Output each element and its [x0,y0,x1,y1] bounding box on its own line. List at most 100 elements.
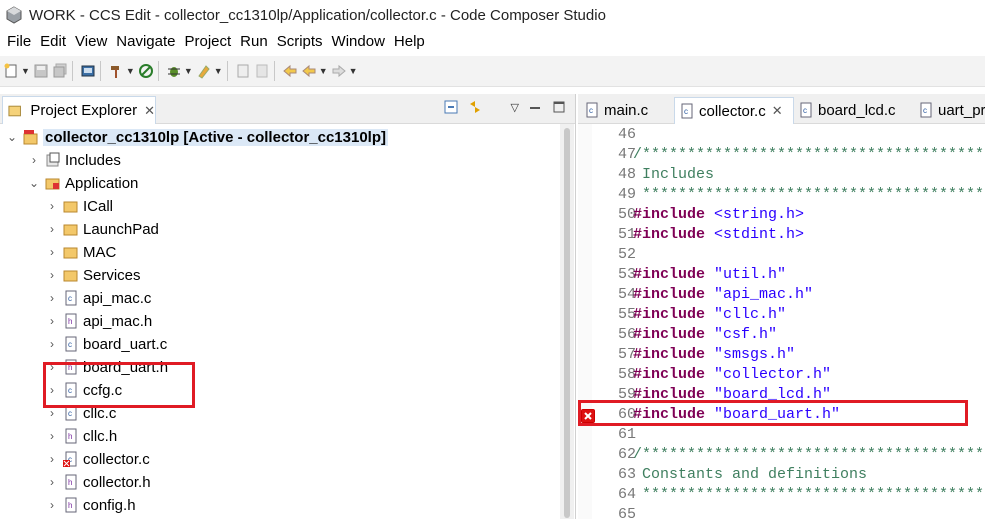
code-line: ****************************************… [633,486,985,503]
menu-view[interactable]: View [75,33,107,50]
keyword-token: #include [633,366,706,383]
toggle-mark-button[interactable] [235,60,251,82]
line-number: 49 [617,186,636,203]
chevron-right-icon[interactable]: › [46,245,58,259]
close-icon[interactable]: ✕ [144,103,155,119]
block-icon [256,64,268,78]
h-file-icon: h [65,313,77,329]
chevron-down-icon[interactable]: ▼ [126,66,135,76]
forward-button[interactable]: ▼ [331,60,358,82]
minimize-icon[interactable] [527,99,543,115]
menu-file[interactable]: File [7,33,31,50]
chevron-right-icon[interactable]: › [46,291,58,305]
tree-item-label: LaunchPad [83,220,159,238]
menu-help[interactable]: Help [394,33,425,50]
editor-panel: c main.c c collector.c ✕ c board_lcd.c c… [578,94,985,523]
build-button[interactable]: ▼ [108,60,135,82]
link-with-editor-icon[interactable] [467,99,483,115]
c-file-icon: c [65,336,77,352]
tree-item-cllc-h[interactable]: › h cllc.h [46,425,117,447]
h-file-icon: h [65,428,77,444]
view-menu-icon[interactable]: ▽ [511,101,519,114]
menu-project[interactable]: Project [184,33,231,50]
code-line: #include "collector.h" [633,366,831,383]
tree-item-application[interactable]: ⌄ Application [28,172,138,194]
keyword-token: #include [633,286,706,303]
tree-item-launchpad[interactable]: › LaunchPad [46,218,159,240]
tab-uart-pr[interactable]: c uart_pr [918,97,985,123]
tab-project-explorer[interactable]: Project Explorer ✕ [2,96,156,124]
toggle-block-button[interactable] [254,60,270,82]
tree-item-services[interactable]: › Services [46,264,141,286]
code-line: Includes [633,166,715,183]
tab-board-lcd-c[interactable]: c board_lcd.c [798,97,896,123]
menu-run[interactable]: Run [240,33,268,50]
new-button[interactable]: ▼ [3,60,30,82]
chevron-right-icon[interactable]: › [46,199,58,213]
chevron-right-icon[interactable]: › [46,314,58,328]
keyword-token: #include [633,306,706,323]
view-toolbar: ▽ [443,99,567,115]
chevron-right-icon[interactable]: › [28,153,40,167]
tree-item-project[interactable]: ⌄ collector_cc1310lp [Active - collector… [6,126,389,148]
debug-config-button[interactable] [138,60,154,82]
code-line: #include <string.h> [633,206,804,223]
tree-item-config-h[interactable]: › h config.h [46,494,136,516]
chevron-right-icon[interactable]: › [46,498,58,512]
chevron-right-icon[interactable]: › [46,452,58,466]
debug-button[interactable]: ▼ [166,60,193,82]
keyword-token: #include [633,266,706,283]
folder-icon [63,270,78,282]
chevron-down-icon[interactable]: ▼ [319,66,328,76]
flash-button[interactable]: ▼ [196,60,223,82]
tab-main-c[interactable]: c main.c [584,97,648,123]
tab-collector-c[interactable]: c collector.c ✕ [674,97,794,124]
last-edit-button[interactable] [282,60,298,82]
tree-item-board-uart-c[interactable]: › c board_uart.c [46,333,167,355]
close-icon[interactable]: ✕ [772,103,783,119]
chevron-right-icon[interactable]: › [46,406,58,420]
save-all-button[interactable] [52,60,68,82]
tree-item-includes[interactable]: › Includes [28,149,121,171]
chevron-down-icon[interactable]: ⌄ [28,176,40,190]
menu-scripts[interactable]: Scripts [277,33,323,50]
terminal-button[interactable] [80,60,96,82]
code-editor[interactable]: 46 47/***********************************… [578,124,985,523]
line-number: 46 [617,126,636,143]
chevron-right-icon[interactable]: › [46,475,58,489]
tree-scrollbar[interactable] [560,124,574,519]
tab-label: collector.c [699,102,766,120]
chevron-right-icon[interactable]: › [46,429,58,443]
chevron-down-icon[interactable]: ▼ [184,66,193,76]
back-button[interactable]: ▼ [301,60,328,82]
scrollbar-thumb[interactable] [564,128,570,518]
folder-icon [63,201,78,213]
c-file-error-icon: c [63,451,77,467]
chevron-down-icon[interactable]: ▼ [21,66,30,76]
include-target: "api_mac.h" [705,286,814,303]
collapse-all-icon[interactable] [443,99,459,115]
chevron-right-icon[interactable]: › [46,268,58,282]
chevron-down-icon[interactable]: ▼ [214,66,223,76]
code-line: ****************************************… [633,186,985,203]
chevron-right-icon[interactable]: › [46,222,58,236]
tree-item-api-mac-h[interactable]: › h api_mac.h [46,310,152,332]
line-number: 50 [617,206,636,223]
menu-window[interactable]: Window [332,33,385,50]
tree-item-label: Includes [65,151,121,169]
chevron-down-icon[interactable]: ⌄ [6,130,18,144]
chevron-down-icon[interactable]: ▼ [349,66,358,76]
save-button[interactable] [33,60,49,82]
maximize-icon[interactable] [551,99,567,115]
menu-edit[interactable]: Edit [40,33,66,50]
c-file-icon: c [681,103,693,119]
tree-item-mac[interactable]: › MAC [46,241,116,263]
tree-item-collector-c[interactable]: › c collector.c [46,448,150,470]
line-number: 63 [617,466,636,483]
tree-item-api-mac-c[interactable]: › c api_mac.c [46,287,151,309]
tree-item-collector-h[interactable]: › h collector.h [46,471,151,493]
chevron-right-icon[interactable]: › [46,337,58,351]
menu-navigate[interactable]: Navigate [116,33,175,50]
tree-item-icall[interactable]: › ICall [46,195,113,217]
line-number: 58 [617,366,636,383]
